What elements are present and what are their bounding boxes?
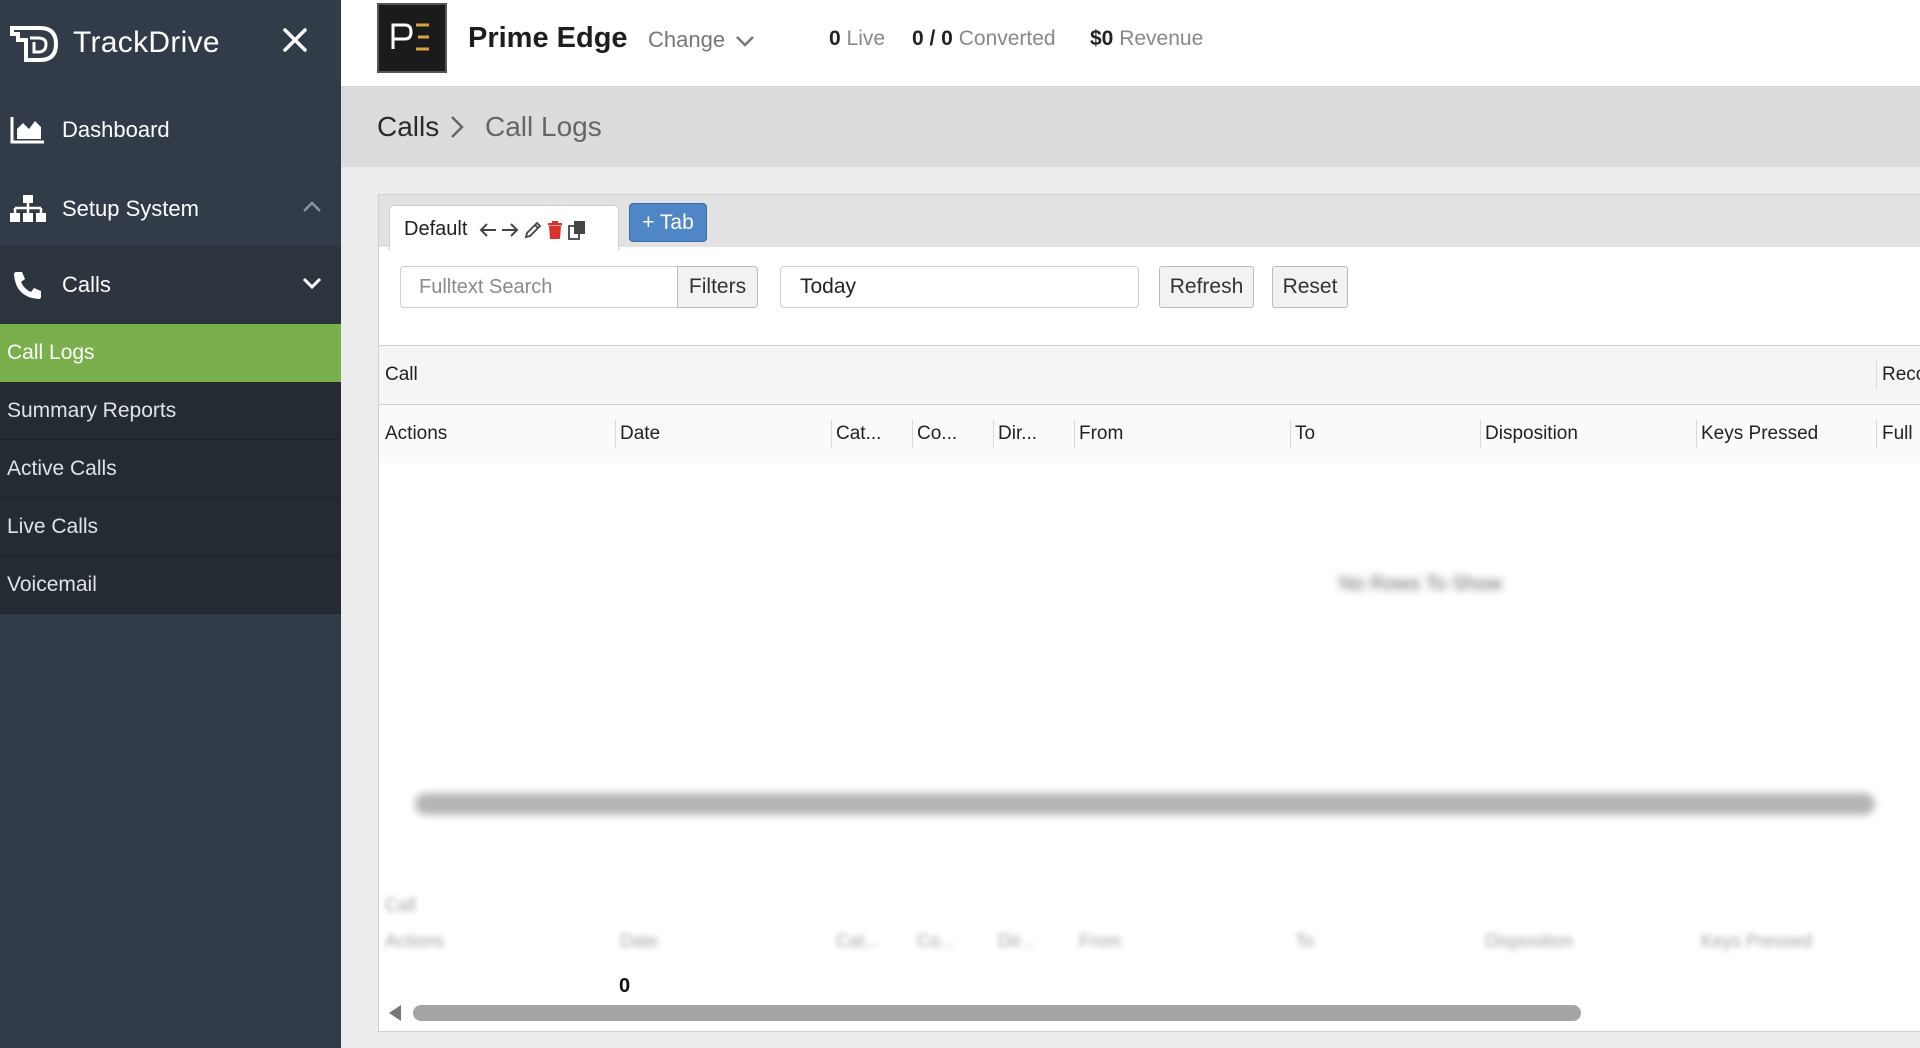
call-logs-panel: Default + Tab Filters Today [378, 194, 1920, 1032]
grid-group-header: Call Reco [379, 345, 1920, 405]
chevron-right-icon [451, 116, 464, 138]
footer-col-from: From [1079, 931, 1121, 951]
fulltext-search-input[interactable] [400, 266, 678, 308]
nav-setup-label: Setup System [62, 196, 199, 221]
sidebar-item-active-calls[interactable]: Active Calls [0, 440, 341, 498]
date-range-input[interactable]: Today [780, 266, 1139, 308]
horizontal-scrollbar-thumb[interactable] [413, 1005, 1581, 1021]
nav-calls[interactable]: Calls [0, 246, 341, 324]
footer-col-company: Co... [917, 931, 956, 951]
chevron-down-icon [736, 36, 755, 47]
revenue-label: Revenue [1119, 27, 1204, 50]
trash-icon[interactable] [545, 220, 565, 240]
sidebar: TrackDrive Dashboard Setup System Calls … [0, 0, 341, 1048]
phone-icon [14, 272, 41, 299]
change-label: Change [648, 27, 726, 52]
chevron-down-icon [302, 277, 322, 290]
calls-submenu: Call Logs Summary Reports Active Calls L… [0, 324, 341, 614]
footer-col-keys-pressed: Keys Pressed [1701, 931, 1813, 951]
grid-column-header: Actions Date Cat... Co... Dir... From To… [379, 405, 1920, 463]
column-separator[interactable] [1876, 420, 1877, 448]
breadcrumb: Calls Call Logs [341, 87, 1920, 167]
arrow-right-icon[interactable] [500, 220, 520, 240]
column-header-disposition[interactable]: Disposition [1485, 423, 1578, 445]
sidebar-item-call-logs[interactable]: Call Logs [0, 324, 341, 382]
tab-default-label: Default [404, 218, 468, 240]
sidebar-item-live-calls[interactable]: Live Calls [0, 498, 341, 556]
breadcrumb-call-logs: Call Logs [485, 111, 602, 142]
brand-name: TrackDrive [73, 26, 220, 59]
revenue-stat: $0 Revenue [1090, 27, 1203, 51]
footer-col-to: To [1295, 931, 1315, 951]
column-separator[interactable] [1290, 420, 1291, 448]
reset-button[interactable]: Reset [1272, 266, 1348, 308]
sidebar-item-summary-reports[interactable]: Summary Reports [0, 382, 341, 440]
pencil-icon[interactable] [523, 220, 543, 240]
column-separator[interactable] [831, 420, 832, 448]
live-stat: 0 Live [829, 27, 885, 51]
column-header-keys-pressed[interactable]: Keys Pressed [1701, 423, 1818, 445]
column-separator[interactable] [615, 420, 616, 448]
prime-edge-logo-icon [391, 23, 429, 51]
footer-col-date: Date [620, 931, 659, 951]
scroll-left-arrow[interactable] [389, 1005, 401, 1021]
tab-default[interactable]: Default [389, 205, 619, 250]
nav-dashboard[interactable]: Dashboard [0, 91, 341, 169]
footer-col-category: Cat... [836, 931, 880, 951]
filters-button[interactable]: Filters [677, 266, 758, 308]
column-header-full[interactable]: Full [1882, 423, 1913, 445]
tab-strip: Default + Tab [379, 195, 1920, 250]
grid-empty-message: No Rows To Show [1339, 573, 1503, 595]
group-header-call: Call [385, 364, 418, 385]
footer-col-actions: Actions [385, 931, 445, 951]
revenue-value: $0 [1090, 27, 1114, 50]
change-company-link[interactable]: Change [648, 27, 755, 53]
column-header-date[interactable]: Date [620, 423, 660, 445]
column-header-to[interactable]: To [1295, 423, 1315, 445]
close-icon [283, 28, 307, 52]
sitemap-icon [10, 195, 46, 222]
chevron-up-icon [303, 201, 321, 212]
grid-inner-scrollbar[interactable] [415, 793, 1875, 815]
column-header-company[interactable]: Co... [917, 423, 957, 445]
column-header-actions[interactable]: Actions [385, 423, 447, 445]
column-header-direction[interactable]: Dir... [998, 423, 1037, 445]
trackdrive-logo-icon [10, 26, 59, 62]
column-separator[interactable] [1480, 420, 1481, 448]
converted-label: Converted [958, 27, 1056, 50]
group-header-recording: Reco [1882, 364, 1920, 385]
sidebar-item-voicemail[interactable]: Voicemail [0, 556, 341, 614]
live-count: 0 [829, 27, 841, 50]
column-separator[interactable] [1074, 420, 1075, 448]
grid-footer-header: Call Actions Date Cat... Co... Dir... Fr… [379, 895, 1920, 995]
topbar: Prime Edge Change 0 Live 0 / 0 Converted… [341, 0, 1920, 87]
breadcrumb-calls[interactable]: Calls [377, 111, 439, 143]
group-header-separator [1876, 361, 1877, 389]
converted-stat: 0 / 0 Converted [912, 27, 1056, 51]
nav-dashboard-label: Dashboard [62, 117, 170, 142]
row-count-total: 0 [619, 975, 631, 997]
copy-icon[interactable] [567, 220, 587, 240]
sidebar-header: TrackDrive [0, 0, 341, 86]
chart-area-icon [10, 117, 44, 144]
company-name: Prime Edge [468, 22, 628, 54]
footer-group-call: Call [385, 895, 417, 915]
refresh-button[interactable]: Refresh [1159, 266, 1254, 308]
footer-col-direction: Dir... [998, 931, 1036, 951]
close-sidebar-button[interactable] [280, 22, 310, 58]
column-header-category[interactable]: Cat... [836, 423, 881, 445]
column-header-from[interactable]: From [1079, 423, 1123, 445]
column-separator[interactable] [1696, 420, 1697, 448]
add-tab-button[interactable]: + Tab [629, 203, 707, 242]
column-separator[interactable] [912, 420, 913, 448]
nav-calls-label: Calls [62, 272, 111, 297]
live-label: Live [846, 27, 886, 50]
company-logo [377, 3, 447, 73]
column-separator[interactable] [993, 420, 994, 448]
converted-count: 0 / 0 [912, 27, 953, 50]
arrow-left-icon[interactable] [478, 220, 498, 240]
nav-setup-system[interactable]: Setup System [0, 170, 341, 248]
footer-col-disposition: Disposition [1485, 931, 1574, 951]
